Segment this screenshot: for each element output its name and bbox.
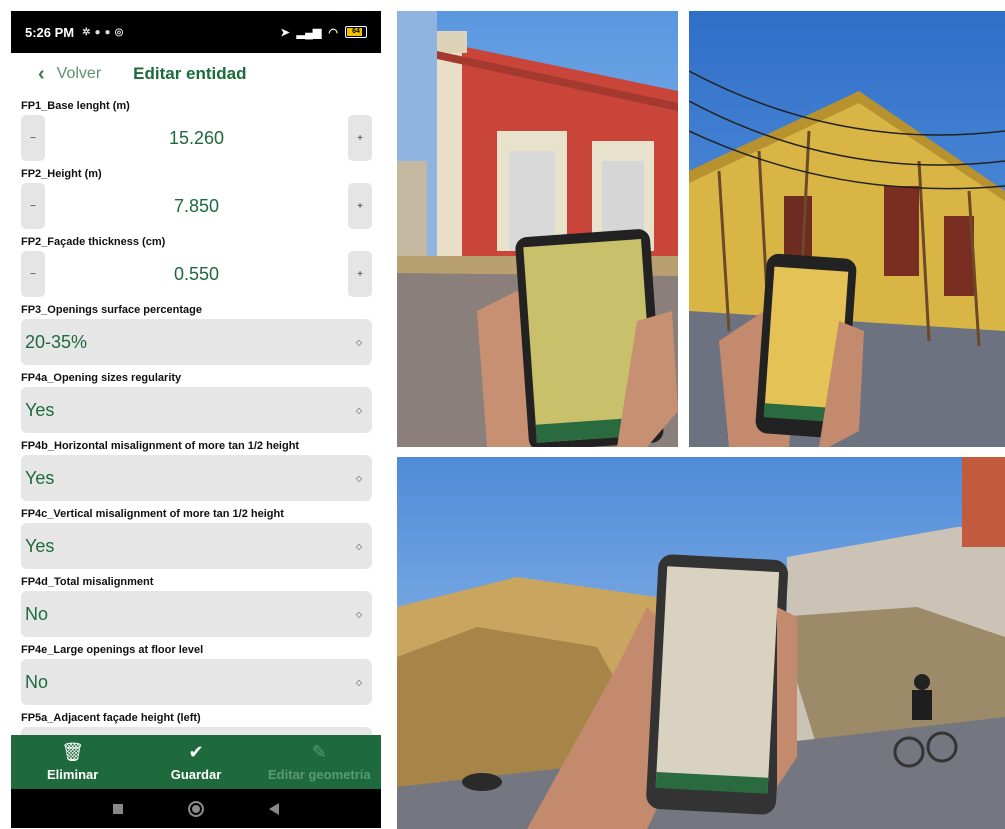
chevron-updown-icon: ◇ xyxy=(355,677,362,687)
android-nav-bar xyxy=(11,789,381,828)
save-label: Guardar xyxy=(170,766,222,782)
status-time: 5:26 PM xyxy=(25,24,75,40)
field-fp3-openings-surface: FP3_Openings surface percentage 20-35% ◇ xyxy=(21,299,372,367)
field-label: FP4d_Total misalignment xyxy=(21,576,154,588)
field-label: FP4e_Large openings at floor level xyxy=(21,644,204,656)
field-fp1-base-length: FP1_Base lenght (m) − 15.260 + xyxy=(21,95,372,163)
select-value: 20-35% xyxy=(25,331,88,352)
field-label: FP1_Base lenght (m) xyxy=(21,100,130,112)
select-value: No xyxy=(25,603,49,624)
field-label: FP4a_Opening sizes regularity xyxy=(21,372,182,384)
total-misalignment-select[interactable]: No ◇ xyxy=(21,591,372,637)
opening-regularity-select[interactable]: Yes ◇ xyxy=(21,387,372,433)
save-button[interactable]: ✔ Guardar xyxy=(134,735,257,789)
back-triangle-icon[interactable] xyxy=(268,802,279,815)
chevron-left-icon[interactable]: ‹ xyxy=(38,63,45,86)
chevron-updown-icon: ◇ xyxy=(355,541,362,551)
field-fp4c-vertical-misalignment: FP4c_Vertical misalignment of more tan 1… xyxy=(21,503,372,571)
location-icon: ➤ xyxy=(280,26,290,39)
field-label: FP3_Openings surface percentage xyxy=(21,304,202,316)
select-value: No xyxy=(25,671,49,692)
select-value: Yes xyxy=(25,535,55,556)
recents-icon[interactable] xyxy=(113,803,124,814)
battery-icon: 64 xyxy=(345,26,367,38)
check-circle-icon: ✔ xyxy=(188,741,204,762)
chevron-updown-icon: ◇ xyxy=(355,473,362,483)
bottom-action-bar: 🗑 Eliminar ✔ Guardar ✎ Editar geometría xyxy=(11,735,381,789)
delete-label: Eliminar xyxy=(47,766,99,782)
photo-red-building xyxy=(397,11,678,447)
trash-icon: 🗑 xyxy=(61,741,85,762)
photo-vacant-lot xyxy=(397,457,1005,829)
status-bar: 5:26 PM ✲●●◎ ➤ ▂▄▆ ◠ 64 xyxy=(11,11,381,53)
phone-screen: 5:26 PM ✲●●◎ ➤ ▂▄▆ ◠ 64 ‹ Volver Editar … xyxy=(11,11,381,828)
field-fp2-facade-thickness: FP2_Façade thickness (cm) − 0.550 + xyxy=(21,231,372,299)
signal-icon: ▂▄▆ xyxy=(296,26,322,39)
notification-icons: ✲●●◎ xyxy=(82,26,128,38)
status-right: ➤ ▂▄▆ ◠ 64 xyxy=(280,26,367,39)
vertical-misalignment-select[interactable]: Yes ◇ xyxy=(21,523,372,569)
pencil-icon: ✎ xyxy=(311,741,327,762)
wifi-icon: ◠ xyxy=(328,26,338,39)
field-label: FP2_Height (m) xyxy=(21,168,102,180)
field-fp4a-opening-regularity: FP4a_Opening sizes regularity Yes ◇ xyxy=(21,367,372,435)
increment-button[interactable]: + xyxy=(348,183,372,229)
base-length-stepper: − 15.260 + xyxy=(21,115,372,161)
field-fp4e-large-openings: FP4e_Large openings at floor level No ◇ xyxy=(21,639,372,707)
chevron-updown-icon: ◇ xyxy=(355,405,362,415)
facade-thickness-input[interactable]: 0.550 xyxy=(45,251,348,297)
facade-thickness-stepper: − 0.550 + xyxy=(21,251,372,297)
field-label: FP4b_Horizontal misalignment of more tan… xyxy=(21,440,300,452)
chevron-updown-icon: ◇ xyxy=(355,609,362,619)
increment-button[interactable]: + xyxy=(348,115,372,161)
decrement-button[interactable]: − xyxy=(21,183,45,229)
app-bar: ‹ Volver Editar entidad xyxy=(11,53,381,95)
photo-yellow-building xyxy=(689,11,1005,447)
height-stepper: − 7.850 + xyxy=(21,183,372,229)
openings-surface-select[interactable]: 20-35% ◇ xyxy=(21,319,372,365)
delete-button[interactable]: 🗑 Eliminar xyxy=(11,735,134,789)
page-title: Editar entidad xyxy=(133,64,247,83)
home-icon[interactable] xyxy=(187,800,204,817)
field-fp4b-horizontal-misalignment: FP4b_Horizontal misalignment of more tan… xyxy=(21,435,372,503)
entity-form: FP1_Base lenght (m) − 15.260 + FP2_Heigh… xyxy=(11,95,381,747)
back-button[interactable]: Volver xyxy=(57,65,101,83)
base-length-input[interactable]: 15.260 xyxy=(45,115,348,161)
field-fp4d-total-misalignment: FP4d_Total misalignment No ◇ xyxy=(21,571,372,639)
height-input[interactable]: 7.850 xyxy=(45,183,348,229)
decrement-button[interactable]: − xyxy=(21,115,45,161)
horizontal-misalignment-select[interactable]: Yes ◇ xyxy=(21,455,372,501)
chevron-updown-icon: ◇ xyxy=(355,337,362,347)
field-fp2-height: FP2_Height (m) − 7.850 + xyxy=(21,163,372,231)
decrement-button[interactable]: − xyxy=(21,251,45,297)
field-label: FP5a_Adjacent façade height (left) xyxy=(21,712,201,724)
select-value: Yes xyxy=(25,399,55,420)
field-label: FP2_Façade thickness (cm) xyxy=(21,236,166,248)
edit-geometry-label: Editar geometría xyxy=(268,766,371,782)
large-openings-select[interactable]: No ◇ xyxy=(21,659,372,705)
field-label: FP4c_Vertical misalignment of more tan 1… xyxy=(21,508,284,520)
edit-geometry-button[interactable]: ✎ Editar geometría xyxy=(258,735,381,789)
increment-button[interactable]: + xyxy=(348,251,372,297)
select-value: Yes xyxy=(25,467,55,488)
